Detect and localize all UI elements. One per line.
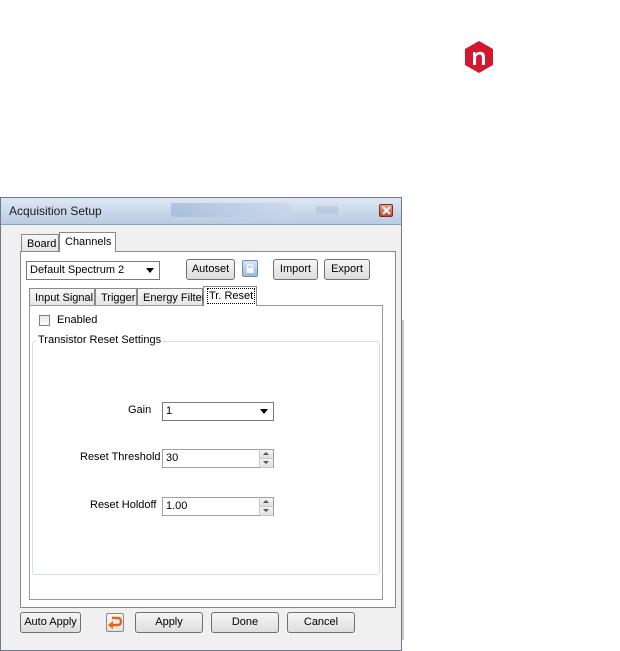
- export-label: Export: [331, 263, 363, 275]
- tab-input-signal[interactable]: Input Signal: [29, 288, 95, 306]
- reset-threshold-stepper[interactable]: [259, 450, 273, 468]
- cancel-button[interactable]: Cancel: [287, 612, 355, 633]
- tr-reset-page: Enabled Transistor Reset Settings Gain 1…: [29, 305, 383, 600]
- reset-threshold-input[interactable]: 30: [162, 449, 274, 468]
- gain-select[interactable]: 1: [162, 402, 274, 421]
- tab-energy-filter[interactable]: Energy Filter: [137, 288, 206, 306]
- tab-trigger[interactable]: Trigger: [95, 288, 137, 306]
- background-blur: [171, 203, 291, 217]
- done-button[interactable]: Done: [211, 612, 279, 633]
- chevron-down-icon: [146, 268, 154, 273]
- reset-threshold-label: Reset Threshold: [80, 451, 161, 463]
- group-title: Transistor Reset Settings: [36, 334, 164, 346]
- tab-channels-label: Channels: [65, 236, 112, 248]
- reset-holdoff-input[interactable]: 1.00: [162, 497, 274, 516]
- apply-label: Apply: [155, 616, 183, 628]
- spectrum-select-value: Default Spectrum 2: [30, 264, 125, 276]
- reset-holdoff-value: 1.00: [166, 500, 188, 512]
- reset-holdoff-stepper[interactable]: [259, 498, 273, 516]
- tab-energy-filter-label: Energy Filter: [143, 292, 206, 304]
- export-button[interactable]: Export: [324, 259, 370, 280]
- gain-label: Gain: [128, 404, 152, 416]
- channels-panel: Default Spectrum 2 Autoset Import Export: [20, 251, 396, 608]
- import-button[interactable]: Import: [273, 259, 318, 280]
- enabled-label: Enabled: [57, 314, 98, 326]
- brand-logo-icon: [462, 40, 496, 74]
- title-bar[interactable]: Acquisition Setup: [1, 198, 401, 225]
- tab-input-signal-label: Input Signal: [35, 292, 94, 304]
- auto-apply-label: Auto Apply: [24, 616, 77, 628]
- dialog-body: Board Channels Default Spectrum 2 Autose…: [7, 225, 396, 644]
- tab-channels[interactable]: Channels: [59, 232, 116, 252]
- close-button[interactable]: [379, 204, 393, 217]
- stepper-up-icon[interactable]: [260, 450, 273, 459]
- apply-button[interactable]: Apply: [135, 612, 203, 633]
- stepper-down-icon[interactable]: [260, 507, 273, 516]
- lock-button[interactable]: [242, 260, 258, 277]
- background-window-edge: [402, 320, 404, 640]
- autoset-button[interactable]: Autoset: [186, 259, 235, 280]
- tab-tr-reset[interactable]: Tr. Reset: [203, 286, 257, 306]
- reset-threshold-value: 30: [166, 452, 179, 464]
- import-label: Import: [279, 263, 312, 275]
- tab-board-label: Board: [27, 238, 57, 250]
- enabled-checkbox[interactable]: [39, 315, 50, 326]
- gain-select-value: 1: [166, 405, 173, 417]
- autoset-label: Autoset: [191, 263, 230, 275]
- auto-apply-button[interactable]: Auto Apply: [20, 612, 81, 633]
- reset-holdoff-label: Reset Holdoff: [90, 499, 157, 511]
- cancel-label: Cancel: [303, 616, 339, 628]
- undo-button[interactable]: [106, 613, 124, 632]
- done-label: Done: [231, 616, 259, 628]
- tab-tr-reset-label: Tr. Reset: [206, 288, 256, 304]
- acquisition-setup-window: Acquisition Setup Board Channels Default…: [0, 197, 402, 651]
- chevron-down-icon: [260, 409, 268, 414]
- tab-board[interactable]: Board: [21, 234, 59, 252]
- stepper-up-icon[interactable]: [260, 498, 273, 507]
- stepper-down-icon[interactable]: [260, 459, 273, 468]
- background-blur: [316, 206, 338, 214]
- lock-icon: [246, 263, 254, 273]
- undo-icon: [108, 616, 123, 629]
- spectrum-select[interactable]: Default Spectrum 2: [26, 261, 160, 280]
- window-title: Acquisition Setup: [9, 204, 102, 218]
- tab-trigger-label: Trigger: [101, 292, 136, 304]
- close-icon: [382, 206, 391, 215]
